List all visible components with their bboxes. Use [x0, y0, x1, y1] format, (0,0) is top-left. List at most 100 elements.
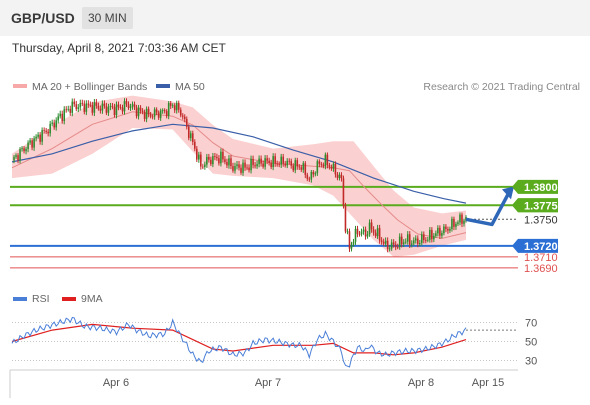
candle-body [437, 227, 439, 234]
candle-body [93, 102, 96, 113]
candle-body [17, 155, 19, 161]
candle-body [408, 234, 411, 245]
candle-body [418, 243, 421, 244]
candle-body [320, 163, 323, 165]
timeframe-button[interactable]: 30 MIN [82, 7, 133, 29]
candle-body [284, 163, 287, 166]
candle-body [416, 238, 419, 244]
candle-body [89, 104, 92, 106]
candle-body [270, 162, 272, 168]
candle-body [131, 104, 134, 107]
rsi-ma-legend-swatch [62, 297, 76, 301]
candle-body [19, 149, 21, 161]
credit-label: Research © 2021 Trading Central [423, 81, 580, 93]
candle-body [334, 163, 337, 175]
candle-body [71, 101, 74, 113]
candle-body [300, 167, 303, 170]
candle-body [198, 154, 200, 160]
candle-body [358, 233, 361, 235]
candle-body [262, 163, 264, 167]
candle-body [392, 242, 395, 245]
candle [342, 175, 345, 209]
candle-body [439, 227, 441, 236]
candle-body [23, 148, 25, 152]
candle-body [59, 113, 62, 117]
candle-body [81, 102, 84, 104]
candle [350, 241, 353, 252]
candle-body [61, 113, 64, 122]
candle [73, 98, 76, 107]
candle-body [312, 171, 315, 175]
candle-body [449, 229, 451, 231]
candle-body [185, 118, 188, 127]
bb-legend-label: MA 20 + Bollinger Bands [32, 81, 147, 93]
candle-body [218, 158, 220, 164]
candle-body [370, 222, 373, 230]
candle-body [423, 234, 425, 241]
candle-body [141, 110, 144, 113]
candle-body [380, 240, 383, 242]
candle-body [67, 108, 70, 110]
header-bar: GBP/USD 30 MIN [0, 0, 590, 36]
candle-body [173, 105, 176, 111]
candle-body [459, 214, 461, 223]
candle-body [252, 158, 254, 166]
candle [75, 100, 78, 112]
ma50-legend-swatch [156, 84, 170, 88]
candle-body [115, 104, 118, 116]
candle-body [445, 226, 447, 230]
candle-body [278, 164, 280, 166]
candle-body [242, 162, 244, 173]
candle-body [400, 236, 403, 245]
candle-body [161, 110, 164, 111]
candle-body [236, 164, 238, 167]
candle-body [404, 241, 407, 243]
candle-body [264, 158, 266, 167]
candle-body [51, 122, 53, 124]
candle-body [414, 238, 417, 241]
chart-panel: MA 20 + Bollinger Bands MA 50 Research ©… [0, 62, 590, 400]
last-price-label: 1.3750 [524, 214, 558, 226]
candle-body [382, 241, 385, 244]
level-label-overlay: 1.3775 [524, 200, 558, 212]
candle-body [95, 102, 98, 106]
candle-body [390, 242, 393, 249]
candle-body [159, 110, 162, 118]
candle-body [425, 240, 427, 241]
candle-body [45, 130, 47, 132]
candle-body [340, 174, 343, 179]
candle-body [431, 229, 433, 240]
candle-body [83, 103, 86, 112]
candle-body [316, 161, 319, 174]
candle-body [338, 174, 341, 178]
candle-body [177, 102, 180, 110]
candle-body [183, 116, 186, 119]
candle-body [121, 107, 124, 112]
candle-body [348, 231, 351, 249]
candle-body [350, 244, 353, 249]
candle-body [87, 103, 90, 105]
candle-body [222, 151, 224, 160]
candle-body [326, 154, 329, 166]
candle [57, 113, 60, 124]
candle-body [181, 115, 184, 117]
candle-body [97, 105, 100, 109]
price-chart: MA 20 + Bollinger Bands MA 50 Research ©… [9, 81, 580, 398]
candle-body [272, 156, 274, 168]
candle-body [344, 205, 347, 232]
candle-body [250, 158, 252, 171]
candle-body [290, 161, 293, 166]
candle [348, 228, 351, 252]
candle-body [167, 103, 170, 116]
ma50-legend-label: MA 50 [175, 81, 205, 93]
x-tick-label: Apr 6 [103, 377, 129, 389]
candle-body [200, 154, 202, 167]
candle [81, 99, 84, 107]
bollinger-band [12, 95, 466, 257]
candle-body [69, 108, 72, 113]
candle-body [49, 123, 51, 134]
candle-body [220, 151, 222, 164]
candle-body [260, 158, 262, 164]
bb-legend-swatch [13, 84, 27, 88]
candle-body [286, 160, 289, 166]
